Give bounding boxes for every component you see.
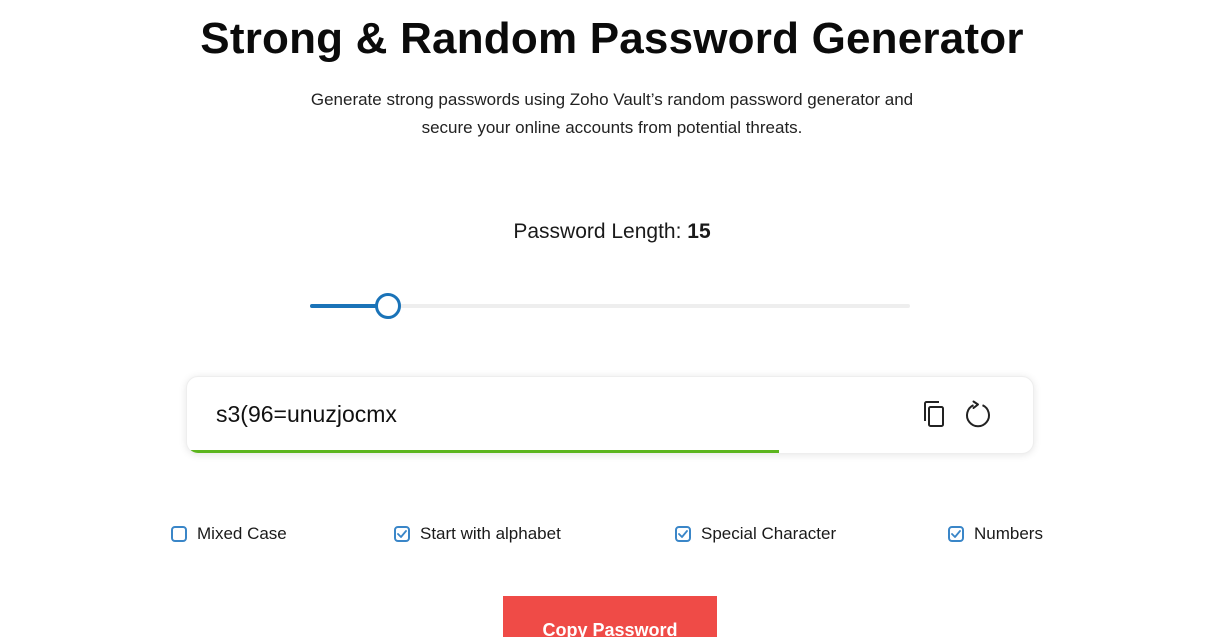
page-subtitle: Generate strong passwords using Zoho Vau… bbox=[262, 86, 962, 142]
option-special-character[interactable]: Special Character bbox=[675, 524, 836, 544]
checkmark-icon bbox=[397, 530, 407, 538]
password-options: Mixed Case Start with alphabet Special C… bbox=[0, 524, 1224, 550]
checkmark-icon bbox=[678, 530, 688, 538]
page-title: Strong & Random Password Generator bbox=[200, 14, 1024, 63]
option-label: Special Character bbox=[701, 524, 837, 543]
mixed-case-checkbox[interactable] bbox=[171, 526, 187, 542]
special-character-checkbox[interactable] bbox=[675, 526, 691, 542]
copy-password-button[interactable]: Copy Password bbox=[503, 596, 717, 637]
checkmark-icon bbox=[951, 530, 961, 538]
password-strength-bar bbox=[190, 450, 779, 453]
password-length-slider[interactable] bbox=[310, 293, 910, 319]
numbers-checkbox[interactable] bbox=[948, 526, 964, 542]
password-generator-page: Strong & Random Password Generator Gener… bbox=[0, 0, 1224, 637]
password-length-text: Password Length: bbox=[513, 220, 682, 243]
option-numbers[interactable]: Numbers bbox=[948, 524, 1043, 544]
subtitle-line-2: secure your online accounts from potenti… bbox=[421, 118, 803, 137]
option-label: Numbers bbox=[974, 524, 1043, 543]
password-length-value: 15 bbox=[687, 220, 711, 243]
option-start-with-alphabet[interactable]: Start with alphabet bbox=[394, 524, 561, 544]
refresh-icon[interactable] bbox=[963, 399, 993, 429]
option-mixed-case[interactable]: Mixed Case bbox=[171, 524, 287, 544]
slider-thumb[interactable] bbox=[375, 293, 401, 319]
password-output-box: s3(96=unuzjocmx bbox=[186, 376, 1034, 454]
password-length-label: Password Length: 15 bbox=[0, 220, 1224, 244]
generated-password[interactable]: s3(96=unuzjocmx bbox=[216, 401, 397, 428]
subtitle-line-1: Generate strong passwords using Zoho Vau… bbox=[310, 90, 914, 109]
option-label: Mixed Case bbox=[197, 524, 287, 543]
option-label: Start with alphabet bbox=[420, 524, 561, 543]
start-with-alphabet-checkbox[interactable] bbox=[394, 526, 410, 542]
copy-icon[interactable] bbox=[920, 399, 950, 429]
